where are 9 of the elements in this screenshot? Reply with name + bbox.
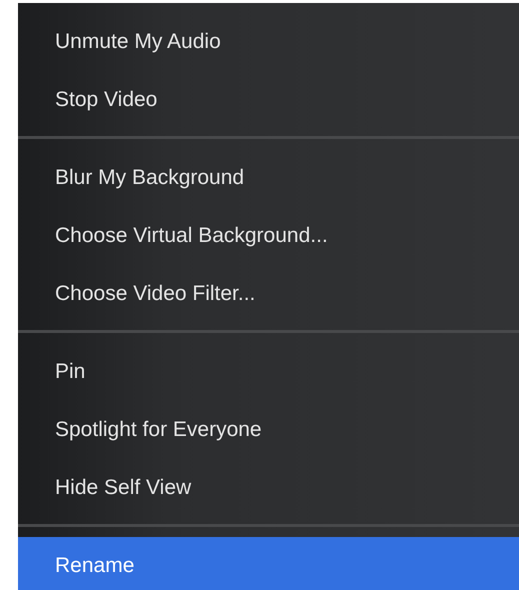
menu-item[interactable]: Choose Virtual Background... <box>18 207 519 265</box>
menu-item[interactable]: Hide Self View <box>18 459 519 517</box>
menu-item[interactable]: Stop Video <box>18 71 519 129</box>
menu-item[interactable]: Choose Video Filter... <box>18 265 519 323</box>
menu-item[interactable]: Rename <box>18 537 519 590</box>
menu-item[interactable]: Blur My Background <box>18 149 519 207</box>
menu-item[interactable]: Unmute My Audio <box>18 13 519 71</box>
menu-item[interactable]: Pin <box>18 343 519 401</box>
menu-item[interactable]: Spotlight for Everyone <box>18 401 519 459</box>
